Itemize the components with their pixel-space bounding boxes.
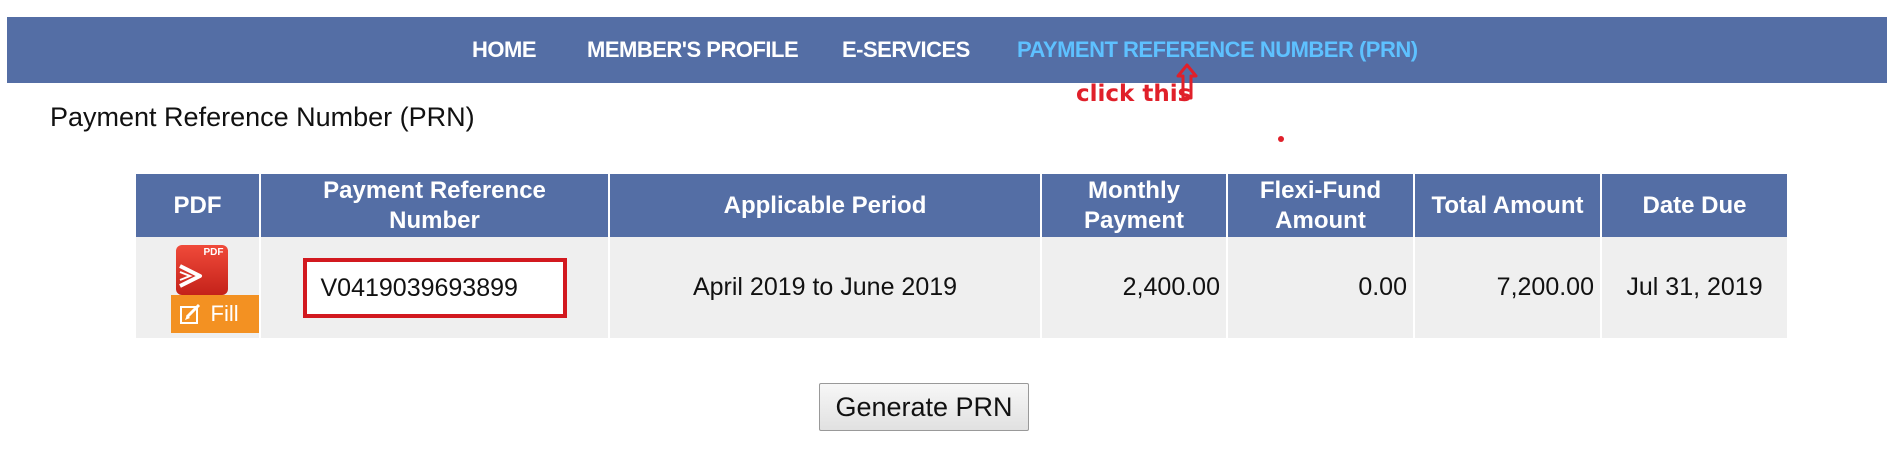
cell-total-amount: 7,200.00 <box>1414 237 1602 338</box>
header-ref-line2: Number <box>389 206 480 234</box>
nav-payment-reference-number[interactable]: PAYMENT REFERENCE NUMBER (PRN) <box>1017 17 1418 83</box>
table-header-row: PDF Payment Reference Number Applicable P… <box>136 174 1787 237</box>
header-flexi-line1: Flexi-Fund <box>1259 176 1382 204</box>
page-title: Payment Reference Number (PRN) <box>50 102 475 132</box>
prn-value-highlight[interactable]: V0419039693899 <box>302 257 567 318</box>
header-pdf: PDF <box>136 174 261 237</box>
header-applicable-period: Applicable Period <box>609 174 1042 237</box>
nav-e-services[interactable]: E-SERVICES <box>842 17 970 83</box>
header-payment-reference-number: Payment Reference Number <box>260 174 610 237</box>
annotation-dot <box>1278 136 1284 142</box>
header-date-due: Date Due <box>1601 174 1787 237</box>
fill-button[interactable]: Fill <box>170 295 259 333</box>
header-total-amount: Total Amount <box>1414 174 1602 237</box>
annotation-click-this: click this <box>1076 81 1192 107</box>
header-monthly-payment: Monthly Payment <box>1041 174 1228 237</box>
pdf-icon[interactable]: PDF <box>175 245 228 295</box>
header-flexi-line2: Amount <box>1275 206 1366 234</box>
cell-payment-reference-number: V0419039693899 <box>260 237 610 338</box>
pdf-symbol-icon <box>178 264 202 288</box>
cell-pdf: PDF Fill <box>136 237 261 338</box>
table-row: PDF Fill V0419039693899 April 2019 to Ju… <box>136 237 1787 338</box>
top-navbar: HOME MEMBER'S PROFILE E-SERVICES PAYMENT… <box>7 17 1887 83</box>
cell-date-due: Jul 31, 2019 <box>1601 237 1787 338</box>
prn-table: PDF Payment Reference Number Applicable P… <box>136 174 1787 338</box>
header-ref-line1: Payment Reference <box>323 176 546 204</box>
pdf-icon-label: PDF <box>203 247 224 258</box>
cell-monthly-payment: 2,400.00 <box>1041 237 1228 338</box>
header-monthly-line2: Payment <box>1083 206 1185 234</box>
generate-prn-button[interactable]: Generate PRN <box>819 383 1029 431</box>
cell-applicable-period: April 2019 to June 2019 <box>609 237 1042 338</box>
cell-flexi-fund-amount: 0.00 <box>1227 237 1415 338</box>
page: HOME MEMBER'S PROFILE E-SERVICES PAYMENT… <box>0 0 1894 458</box>
header-flexi-fund-amount: Flexi-Fund Amount <box>1227 174 1415 237</box>
fill-form-icon <box>179 303 200 324</box>
header-monthly-line1: Monthly <box>1088 176 1180 204</box>
nav-home[interactable]: HOME <box>472 17 537 83</box>
nav-members-profile[interactable]: MEMBER'S PROFILE <box>587 17 799 83</box>
fill-label: Fill <box>210 301 239 326</box>
